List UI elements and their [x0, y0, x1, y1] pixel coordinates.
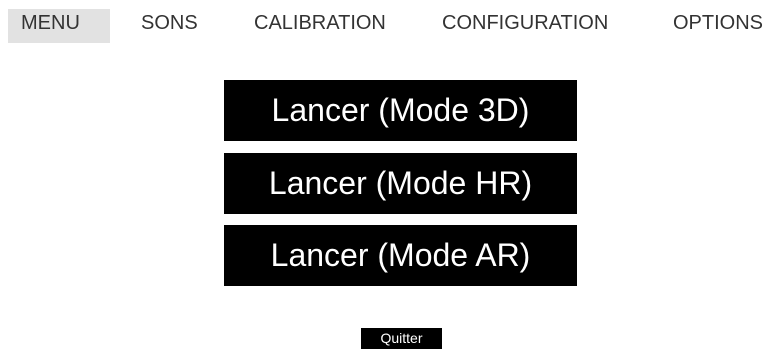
launch-mode-hr-button[interactable]: Lancer (Mode HR)	[224, 153, 577, 214]
launch-mode-3d-button[interactable]: Lancer (Mode 3D)	[224, 80, 577, 141]
tab-calibration[interactable]: CALIBRATION	[254, 9, 386, 43]
menu-bar: MENU SONS CALIBRATION CONFIGURATION OPTI…	[0, 0, 776, 44]
launch-mode-ar-button[interactable]: Lancer (Mode AR)	[224, 225, 577, 286]
tab-menu[interactable]: MENU	[8, 9, 110, 43]
tab-sons[interactable]: SONS	[141, 9, 198, 43]
app-window: MENU SONS CALIBRATION CONFIGURATION OPTI…	[0, 0, 776, 349]
tab-options[interactable]: OPTIONS	[673, 9, 763, 43]
tab-configuration[interactable]: CONFIGURATION	[442, 9, 608, 43]
quit-button[interactable]: Quitter	[361, 328, 442, 349]
